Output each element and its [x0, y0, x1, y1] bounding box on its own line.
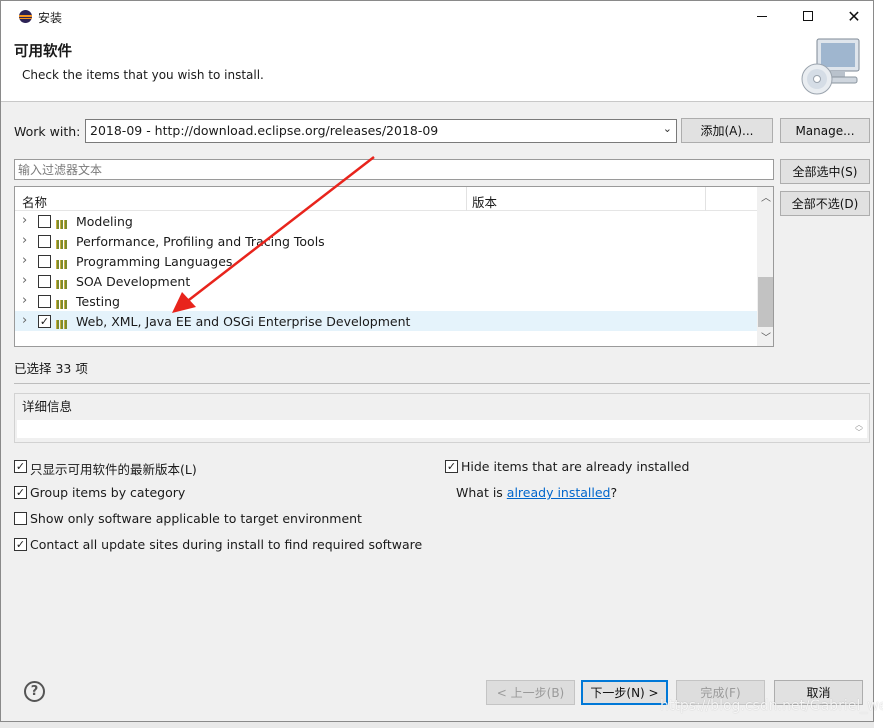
work-with-combo[interactable]: 2018-09 - http://download.eclipse.org/re… [85, 119, 677, 143]
tree-row-testing[interactable]: › Testing [15, 291, 757, 311]
chevron-right-icon[interactable]: › [22, 273, 27, 288]
details-group: 详细信息 ︿ ﹀ [14, 393, 870, 443]
checkbox[interactable]: ✓ [445, 460, 458, 473]
version-column-header[interactable]: 版本 [472, 192, 497, 211]
option-label: Contact all update sites during install … [30, 537, 423, 552]
checkbox[interactable]: ✓ [14, 486, 27, 499]
checkbox[interactable] [14, 512, 27, 525]
tree-scrollbar[interactable]: ︿ ﹀ [757, 187, 773, 346]
checkbox[interactable]: ✓ [14, 460, 27, 473]
page-title: 可用软件 [14, 44, 72, 60]
chevron-right-icon[interactable]: › [22, 293, 27, 308]
eclipse-icon [19, 10, 32, 23]
tree-row-programming-languages[interactable]: › Programming Languages [15, 251, 757, 271]
what-is-suffix: ? [610, 485, 618, 500]
manage-sites-button[interactable]: Manage... [780, 118, 870, 143]
category-checkbox[interactable] [38, 235, 51, 248]
column-divider[interactable] [466, 187, 467, 211]
next-button[interactable]: 下一步(N) > [581, 680, 668, 705]
category-icon [56, 277, 71, 289]
category-label: Performance, Profiling and Tracing Tools [76, 234, 325, 249]
details-scroll-icon[interactable]: ︿ ﹀ [855, 421, 863, 437]
deselect-all-button[interactable]: 全部不选(D) [780, 191, 870, 216]
minimize-icon [757, 15, 767, 17]
selected-count: 已选择 33 项 [14, 361, 88, 376]
category-icon [56, 217, 71, 229]
details-label: 详细信息 [22, 399, 73, 414]
tree-header: 名称 版本 [15, 187, 757, 211]
close-icon: ✕ [847, 6, 861, 26]
chevron-down-icon[interactable]: ⌄ [663, 122, 672, 135]
minimize-button[interactable] [739, 1, 785, 31]
work-with-value: 2018-09 - http://download.eclipse.org/re… [90, 123, 439, 138]
category-label: SOA Development [76, 274, 191, 289]
title-bar: 安装 ✕ [1, 1, 873, 31]
add-site-button[interactable]: 添加(A)... [681, 118, 773, 143]
category-label: Web, XML, Java EE and OSGi Enterprise De… [76, 314, 411, 329]
tree-row-modeling[interactable]: › Modeling [15, 211, 757, 231]
details-text[interactable]: ︿ ﹀ [17, 420, 867, 438]
back-button[interactable]: < 上一步(B) [486, 680, 575, 705]
install-dialog: 安装 ✕ 可用软件 Check the items that you wish … [0, 0, 874, 722]
option-label: 只显示可用软件的最新版本(L) [30, 462, 197, 477]
filter-input[interactable] [15, 160, 773, 179]
category-label: Programming Languages [76, 254, 233, 269]
option-label: Hide items that are already installed [461, 459, 690, 474]
category-icon [56, 257, 71, 269]
category-checkbox[interactable]: ✓ [38, 315, 51, 328]
chevron-right-icon[interactable]: › [22, 233, 27, 248]
category-icon [56, 317, 71, 329]
already-installed-link[interactable]: already installed [507, 485, 611, 500]
maximize-button[interactable] [785, 1, 831, 31]
category-checkbox[interactable] [38, 215, 51, 228]
install-wizard-icon [801, 38, 860, 95]
chevron-right-icon[interactable]: › [22, 313, 27, 328]
what-is-prefix: What is [456, 485, 503, 500]
tree-row-soa[interactable]: › SOA Development [15, 271, 757, 291]
chevron-right-icon[interactable]: › [22, 253, 27, 268]
wizard-banner: 可用软件 Check the items that you wish to in… [1, 31, 873, 102]
tree-row-performance[interactable]: › Performance, Profiling and Tracing Too… [15, 231, 757, 251]
category-label: Modeling [76, 214, 133, 229]
window-title: 安装 [38, 11, 63, 25]
category-label: Testing [76, 294, 120, 309]
software-tree[interactable]: 名称 版本 › Modeling › Performance, Profilin… [14, 186, 774, 347]
what-is-installed-text: What is already installed? [456, 485, 617, 500]
name-column-header[interactable]: 名称 [22, 192, 47, 211]
column-divider[interactable] [705, 187, 706, 211]
filter-field[interactable] [14, 159, 774, 180]
category-checkbox[interactable] [38, 255, 51, 268]
close-button[interactable]: ✕ [831, 1, 877, 31]
category-icon [56, 237, 71, 249]
scroll-down-icon[interactable]: ﹀ [761, 329, 771, 344]
option-label: Group items by category [30, 485, 186, 500]
help-icon[interactable]: ? [24, 681, 45, 702]
maximize-icon [803, 11, 813, 21]
checkbox[interactable]: ✓ [14, 538, 27, 551]
separator [14, 383, 870, 384]
category-icon [56, 297, 71, 309]
scroll-thumb[interactable] [758, 277, 773, 327]
watermark: https://blog.csdn.net/Gabriel_wei [660, 698, 883, 714]
tree-row-web-xml-javaee[interactable]: › ✓ Web, XML, Java EE and OSGi Enterpris… [15, 311, 757, 331]
chevron-right-icon[interactable]: › [22, 213, 27, 228]
category-checkbox[interactable] [38, 275, 51, 288]
select-all-button[interactable]: 全部选中(S) [780, 159, 870, 184]
scroll-up-icon[interactable]: ︿ [761, 189, 771, 204]
category-checkbox[interactable] [38, 295, 51, 308]
page-description: Check the items that you wish to install… [22, 68, 264, 82]
background-edge [874, 0, 883, 728]
option-label: Show only software applicable to target … [30, 511, 362, 526]
work-with-label: Work with: [14, 124, 81, 139]
